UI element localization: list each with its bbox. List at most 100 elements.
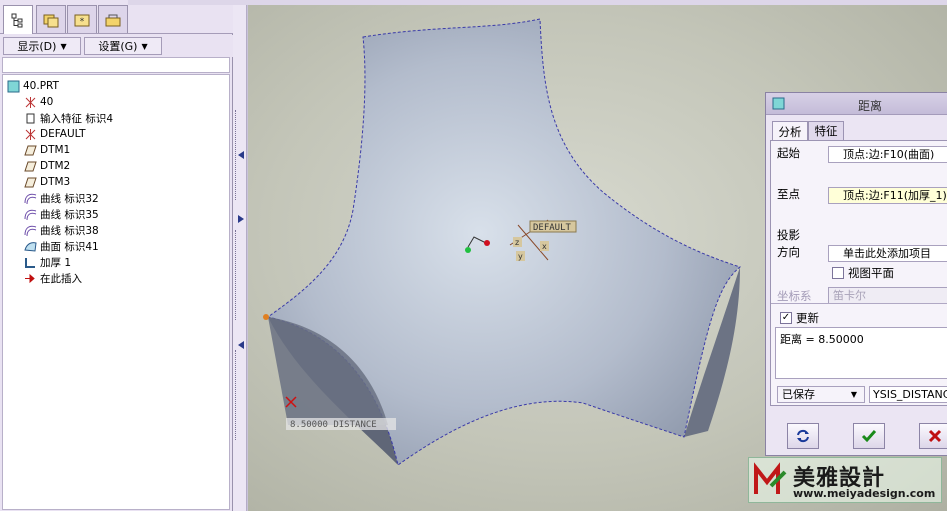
start-vertex-marker (263, 314, 269, 320)
splitter-grip (235, 350, 238, 440)
panel-splitter[interactable] (233, 0, 247, 511)
collapse-arrow-icon (238, 341, 244, 349)
show-menu-button[interactable]: 显示(D) ▼ (3, 37, 81, 55)
connections-icon (105, 14, 121, 26)
tree-filter-bar[interactable] (2, 57, 230, 73)
settings-menu-button[interactable]: 设置(G) ▼ (84, 37, 162, 55)
watermark-logo: 美雅設計 www.meiyadesign.com (748, 457, 942, 503)
axis-x-label: x (542, 242, 547, 251)
application-window: * 显示(D) ▼ 设置(G) ▼ 40.PRT 40 输入特征 标识4 DEF… (0, 0, 947, 511)
model-tree-panel: * 显示(D) ▼ 设置(G) ▼ 40.PRT 40 输入特征 标识4 DEF… (0, 0, 233, 511)
thicken-icon (23, 255, 37, 269)
tree-item-insert-here[interactable]: 在此插入 (23, 270, 82, 286)
update-label: 更新 (796, 311, 819, 325)
csys-label: DEFAULT (533, 223, 572, 233)
import-feature-icon (23, 111, 37, 125)
curve-icon (23, 191, 37, 205)
csys-icon (23, 127, 37, 141)
refresh-icon (797, 429, 809, 443)
tree-item-label: 曲线 标识32 (40, 192, 99, 205)
favorites-icon: * (74, 14, 90, 27)
part-icon (6, 79, 20, 93)
brand-url: www.meiyadesign.com (793, 487, 936, 500)
result-text: 距离 = 8.50000 (780, 333, 864, 346)
show-menu-label: 显示(D) (17, 40, 57, 53)
saved-state-value: 已保存 (782, 388, 815, 401)
collapse-arrow-icon (238, 151, 244, 159)
tree-item-label: 曲面 标识41 (40, 240, 99, 253)
tree-item-curve-38[interactable]: 曲线 标识38 (23, 222, 99, 238)
tree-item-dtm3[interactable]: DTM3 (23, 174, 70, 190)
datum-plane-icon (23, 175, 37, 189)
csys-field: 笛卡尔 (828, 287, 947, 304)
direction-field[interactable]: 单击此处添加项目 (828, 245, 947, 262)
divider (771, 303, 947, 304)
axis-y-label: y (518, 252, 523, 261)
tree-item-curve-32[interactable]: 曲线 标识32 (23, 190, 99, 206)
tab-connections[interactable] (98, 5, 128, 33)
splitter-grip (235, 230, 238, 320)
result-box: 距离 = 8.50000 (775, 327, 947, 379)
curve-icon (23, 207, 37, 221)
close-icon (928, 429, 942, 443)
csys-icon (23, 95, 37, 109)
tree-item-label: DTM3 (40, 176, 71, 188)
tree-item-label: 曲线 标识38 (40, 224, 99, 237)
view-plane-label: 视图平面 (848, 266, 894, 280)
tab-feature[interactable]: 特征 (808, 121, 844, 140)
model-tree-icon (11, 13, 23, 28)
to-field[interactable]: 顶点:边:F11(加厚_1) (828, 187, 947, 204)
tab-folder-browser[interactable] (36, 5, 66, 33)
tree-item-import-feature[interactable]: 输入特征 标识4 (23, 110, 113, 126)
to-label: 至点 (777, 187, 800, 201)
tree-item-default-csys[interactable]: DEFAULT (23, 126, 85, 142)
part-icon (772, 97, 785, 110)
chevron-down-icon: ▼ (60, 41, 67, 51)
tree-item-curve-35[interactable]: 曲线 标识35 (23, 206, 99, 222)
cancel-button[interactable] (919, 423, 947, 449)
direction-label: 方向 (777, 245, 800, 259)
tab-analysis[interactable]: 分析 (772, 121, 808, 141)
tree-item-label: 40.PRT (23, 80, 59, 92)
curve-icon (23, 223, 37, 237)
dialog-title-bar[interactable]: 距离 (766, 93, 947, 115)
analysis-name-field[interactable]: YSIS_DISTANCE (869, 386, 947, 403)
analysis-tab-content: 起始 顶点:边:F10(曲面) 至点 顶点:边:F11(加厚_1) 投影 方向 … (770, 140, 947, 406)
navigator-tabs: * (0, 0, 233, 34)
expand-arrow-icon[interactable] (237, 214, 245, 224)
projection-label: 投影 (777, 228, 800, 242)
folder-browser-icon (43, 14, 59, 27)
tree-item-label: 加厚 1 (40, 256, 72, 269)
tree-item-part[interactable]: 40.PRT (6, 78, 59, 94)
repeat-button[interactable] (787, 423, 819, 449)
tree-item-surface-41[interactable]: 曲面 标识41 (23, 238, 99, 254)
tree-item-dtm1[interactable]: DTM1 (23, 142, 70, 158)
tree-item-thicken-1[interactable]: 加厚 1 (23, 254, 71, 270)
tree-item-label: DTM2 (40, 160, 71, 172)
distance-dialog: 距离 分析 特征 起始 顶点:边:F10(曲面) 至点 顶点:边:F11(加厚_… (765, 92, 947, 456)
chevron-down-icon[interactable]: ▼ (847, 387, 861, 402)
tree-item-label: DTM1 (40, 144, 71, 156)
tree-menu-bar: 显示(D) ▼ 设置(G) ▼ (0, 35, 233, 57)
insert-here-arrow-icon (23, 271, 37, 285)
from-field[interactable]: 顶点:边:F10(曲面) (828, 146, 947, 163)
tree-item-dtm2[interactable]: DTM2 (23, 158, 70, 174)
view-plane-checkbox[interactable] (832, 267, 844, 279)
datum-plane-icon (23, 143, 37, 157)
datum-plane-icon (23, 159, 37, 173)
chevron-down-icon: ▼ (141, 41, 148, 51)
update-checkbox[interactable]: ✓ (780, 312, 792, 324)
axis-z-label: z (515, 238, 519, 247)
tree-item-label: 曲线 标识35 (40, 208, 99, 221)
tab-model-tree[interactable] (3, 5, 33, 34)
tree-item-csys-40[interactable]: 40 (23, 94, 53, 110)
surface-icon (23, 239, 37, 253)
tree-item-label: 在此插入 (40, 272, 82, 285)
distance-annotation: 8.50000 DISTANCE (290, 420, 377, 430)
checkmark-icon (861, 430, 877, 443)
tab-favorites[interactable]: * (67, 5, 97, 33)
ok-button[interactable] (853, 423, 885, 449)
model-tree: 40.PRT 40 输入特征 标识4 DEFAULT DTM1 DTM2 DTM… (2, 74, 230, 510)
brand-logo-icon (754, 462, 787, 494)
settings-menu-label: 设置(G) (98, 40, 138, 53)
